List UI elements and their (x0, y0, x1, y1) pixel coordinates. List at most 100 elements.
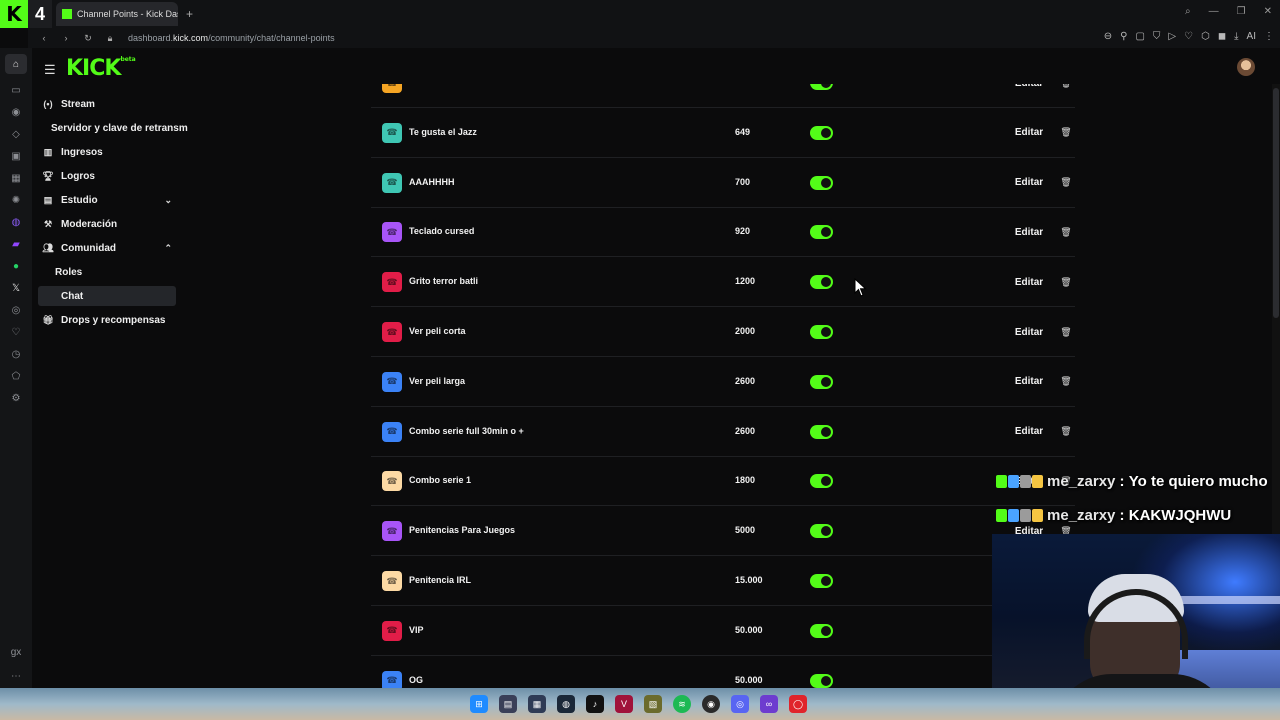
sidebar-item-stream-key[interactable]: Servidor y clave de retransm (51, 118, 189, 138)
diamond-icon[interactable]: ◇ (9, 128, 23, 140)
valorant-app-icon[interactable]: V (615, 695, 633, 713)
reward-enabled-toggle[interactable] (810, 84, 833, 90)
discord-icon[interactable]: ◍ (9, 216, 23, 228)
edit-reward-button[interactable]: Editar (1008, 221, 1050, 243)
close-window-icon[interactable]: ✕ (1264, 6, 1272, 17)
edit-reward-button[interactable]: Editar (1008, 271, 1050, 293)
reward-enabled-toggle[interactable] (810, 175, 833, 190)
kick-logo[interactable]: KICKbeta (66, 56, 136, 81)
discord-app-icon[interactable]: ◎ (731, 695, 749, 713)
calendar-icon[interactable]: ▦ (9, 172, 23, 184)
chatgpt-icon[interactable]: ✺ (9, 194, 23, 206)
reward-enabled-toggle[interactable] (810, 125, 833, 140)
edit-reward-button[interactable]: Editar (1008, 172, 1050, 194)
reward-enabled-toggle[interactable] (810, 374, 833, 389)
reward-enabled-toggle[interactable] (810, 275, 833, 290)
gx-icon[interactable]: gx (9, 646, 23, 658)
trash-icon[interactable]: 🗑︎ (1055, 84, 1077, 94)
sidebar-item-drops[interactable]: 🎁︎ Drops y recompensas (38, 310, 176, 330)
reward-icon: ☎ (382, 670, 402, 688)
search-tabs-icon[interactable]: ⌕ (1185, 6, 1191, 17)
url-field[interactable]: dashboard.kick.com/community/chat/channe… (128, 33, 335, 43)
browser-tab-channel-points[interactable]: Channel Points - Kick Das (56, 2, 178, 26)
shield-icon[interactable]: ⛉ (1153, 31, 1161, 42)
trash-icon[interactable]: 🗑︎ (1055, 271, 1077, 293)
minimize-icon[interactable]: — (1209, 6, 1219, 17)
gallery-icon[interactable]: ▣ (9, 150, 23, 162)
menu-icon[interactable]: ⋮ (1264, 31, 1274, 42)
trash-icon[interactable]: 🗑︎ (1055, 221, 1077, 243)
edit-reward-button[interactable]: Editar (1008, 84, 1050, 94)
new-tab-button[interactable]: + (186, 7, 193, 21)
chat-icon[interactable]: ▭ (9, 84, 23, 96)
obs-app-icon[interactable]: ◉ (702, 695, 720, 713)
edit-reward-button[interactable]: Editar (1008, 321, 1050, 343)
sidebar-item-comunidad[interactable]: 👥︎ Comunidad ⌃ (38, 238, 176, 258)
download-icon[interactable]: ⤓ (1234, 31, 1238, 42)
eye-icon[interactable]: ◉ (9, 106, 23, 118)
home-icon[interactable]: ⌂ (5, 54, 27, 74)
back-icon[interactable]: ‹ (38, 33, 50, 43)
reward-enabled-toggle[interactable] (810, 673, 833, 688)
trash-icon[interactable]: 🗑︎ (1055, 371, 1077, 393)
workspace-number[interactable]: 4 (28, 0, 52, 28)
profile-icon[interactable]: ◼ (1218, 31, 1226, 42)
scrollbar-thumb[interactable] (1273, 88, 1279, 318)
steam-app-icon[interactable]: ◍ (557, 695, 575, 713)
heart-icon[interactable]: ♡ (1184, 31, 1193, 42)
reward-enabled-toggle[interactable] (810, 325, 833, 339)
reward-enabled-toggle[interactable] (810, 574, 833, 588)
opera-gx-app-icon[interactable]: ◯ (789, 695, 807, 713)
pin-icon[interactable]: ⚲ (1120, 31, 1127, 42)
reward-enabled-toggle[interactable] (810, 424, 833, 439)
sidebar-item-estudio[interactable]: ▤ Estudio ⌄ (38, 190, 176, 210)
twitch-icon[interactable]: ▰ (9, 238, 23, 250)
zoom-icon[interactable]: ⊖ (1104, 31, 1112, 42)
kick-logo-badge: beta (120, 56, 136, 63)
reward-enabled-toggle[interactable] (810, 524, 833, 539)
notes-app-icon[interactable]: ▤ (499, 695, 517, 713)
favorites-icon[interactable]: ♡ (9, 326, 23, 338)
trash-icon[interactable]: 🗑︎ (1055, 421, 1077, 443)
whatsapp-icon[interactable]: ● (9, 260, 23, 272)
reward-enabled-toggle[interactable] (810, 623, 833, 638)
reward-enabled-toggle[interactable] (810, 474, 833, 489)
trash-icon[interactable]: 🗑︎ (1055, 122, 1077, 144)
play-icon[interactable]: ▷ (1168, 31, 1176, 42)
sidebar-item-stream[interactable]: (•) Stream (38, 94, 176, 114)
x-icon[interactable]: 𝕏 (9, 282, 23, 294)
sidebar-item-chat[interactable]: Chat (38, 286, 176, 306)
edit-reward-button[interactable]: Editar (1008, 421, 1050, 443)
edit-reward-button[interactable]: Editar (1008, 122, 1050, 144)
extensions-icon[interactable]: ⬡ (1201, 31, 1210, 42)
music-icon[interactable]: ◎ (9, 304, 23, 316)
sidebar-item-roles[interactable]: Roles (55, 262, 193, 282)
sidebar-item-ingresos[interactable]: ▥ Ingresos (38, 142, 176, 162)
kick-workspace-icon[interactable]: K (0, 0, 28, 28)
history-icon[interactable]: ◷ (9, 348, 23, 360)
windows-start-icon[interactable]: ⊞ (470, 695, 488, 713)
store-app-icon[interactable]: ▦ (528, 695, 546, 713)
trash-icon[interactable]: 🗑︎ (1055, 172, 1077, 194)
spotify-app-icon[interactable]: ≋ (673, 695, 691, 713)
more-icon[interactable]: ⋯ (9, 670, 23, 682)
extensions-sidebar-icon[interactable]: ⬠ (9, 370, 23, 382)
settings-icon[interactable]: ⚙ (9, 392, 23, 404)
forward-icon[interactable]: › (60, 33, 72, 43)
user-avatar[interactable] (1237, 58, 1255, 76)
visual-studio-app-icon[interactable]: ∞ (760, 695, 778, 713)
sidebar-item-logros[interactable]: 🏆︎ Logros (38, 166, 176, 186)
sidebar-item-moderacion[interactable]: ⚒ Moderación (38, 214, 176, 234)
ai-button[interactable]: AI (1247, 31, 1256, 42)
hamburger-menu-icon[interactable]: ☰ (44, 62, 56, 78)
minecraft-app-icon[interactable]: ▧ (644, 695, 662, 713)
edit-reward-button[interactable]: Editar (1008, 371, 1050, 393)
reload-icon[interactable]: ↻ (82, 33, 94, 44)
snapshot-icon[interactable]: ▢ (1135, 31, 1144, 42)
trash-icon[interactable]: 🗑︎ (1055, 321, 1077, 343)
reward-enabled-toggle[interactable] (810, 225, 833, 240)
tiktok-app-icon[interactable]: ♪ (586, 695, 604, 713)
restore-icon[interactable]: ❐ (1237, 6, 1246, 17)
reward-cost: 5000 (735, 525, 756, 536)
reward-icon: ☎ (382, 322, 402, 342)
